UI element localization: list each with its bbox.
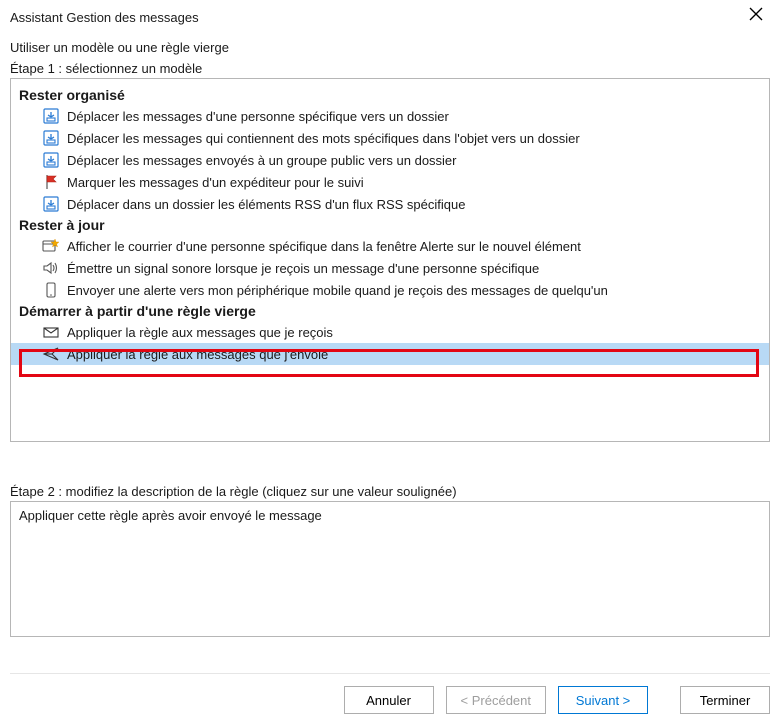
rule-description-text: Appliquer cette règle après avoir envoyé… [19,508,322,523]
template-label: Déplacer les messages qui contiennent de… [67,131,580,146]
section-blank-rule-header: Démarrer à partir d'une règle vierge [11,301,769,321]
template-label: Émettre un signal sonore lorsque je reço… [67,261,539,276]
finish-button[interactable]: Terminer [680,686,770,714]
move-folder-icon [41,151,61,169]
alert-star-icon [41,237,61,255]
step2-label: Étape 2 : modifiez la description de la … [10,484,770,499]
close-button[interactable] [742,3,770,31]
template-label: Marquer les messages d'un expéditeur pou… [67,175,364,190]
move-folder-icon [41,195,61,213]
window-title: Assistant Gestion des messages [10,10,199,25]
step1-label: Étape 1 : sélectionnez un modèle [10,61,770,76]
close-icon [749,7,763,21]
button-separator [10,673,770,674]
section-stay-organized-header: Rester organisé [11,85,769,105]
sound-icon [41,259,61,277]
move-folder-icon [41,129,61,147]
cancel-button[interactable]: Annuler [344,686,434,714]
previous-button: < Précédent [446,686,546,714]
template-label: Appliquer la règle aux messages que j'en… [67,347,328,362]
template-alert-window[interactable]: Afficher le courrier d'une personne spéc… [11,235,769,257]
template-rule-receive[interactable]: Appliquer la règle aux messages que je r… [11,321,769,343]
template-rule-send[interactable]: Appliquer la règle aux messages que j'en… [11,343,769,365]
flag-icon [41,173,61,191]
wizard-buttons: Annuler < Précédent Suivant > Terminer [344,686,770,714]
template-list: Rester organisé Déplacer les messages d'… [10,78,770,442]
template-label: Envoyer une alerte vers mon périphérique… [67,283,608,298]
template-mobile-alert[interactable]: Envoyer une alerte vers mon périphérique… [11,279,769,301]
titlebar: Assistant Gestion des messages [0,0,780,34]
send-icon [41,345,61,363]
template-label: Déplacer les messages d'une personne spé… [67,109,449,124]
template-move-words-folder[interactable]: Déplacer les messages qui contiennent de… [11,127,769,149]
template-label: Déplacer les messages envoyés à un group… [67,153,457,168]
section-stay-uptodate-header: Rester à jour [11,215,769,235]
template-flag-sender[interactable]: Marquer les messages d'un expéditeur pou… [11,171,769,193]
template-move-group-folder[interactable]: Déplacer les messages envoyés à un group… [11,149,769,171]
next-button[interactable]: Suivant > [558,686,648,714]
move-folder-icon [41,107,61,125]
template-label: Déplacer dans un dossier les éléments RS… [67,197,465,212]
template-move-rss-folder[interactable]: Déplacer dans un dossier les éléments RS… [11,193,769,215]
envelope-icon [41,323,61,341]
rule-description-box[interactable]: Appliquer cette règle après avoir envoyé… [10,501,770,637]
intro-text: Utiliser un modèle ou une règle vierge [10,40,770,55]
template-move-person-folder[interactable]: Déplacer les messages d'une personne spé… [11,105,769,127]
template-play-sound[interactable]: Émettre un signal sonore lorsque je reço… [11,257,769,279]
mobile-icon [41,281,61,299]
template-label: Afficher le courrier d'une personne spéc… [67,239,581,254]
template-label: Appliquer la règle aux messages que je r… [67,325,333,340]
